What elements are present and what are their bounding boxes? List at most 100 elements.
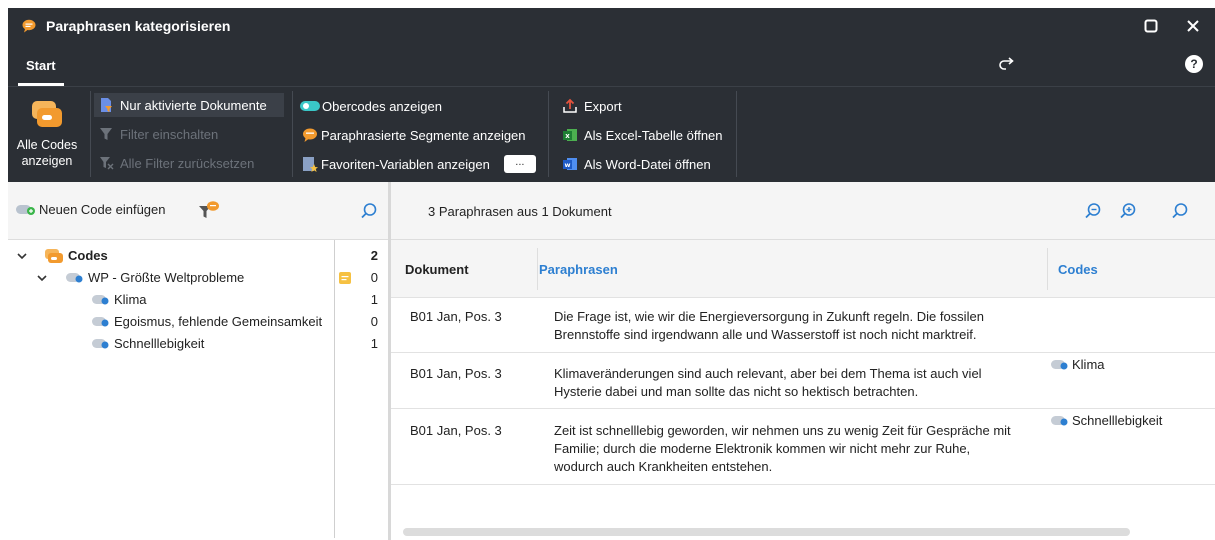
code-chip[interactable]: Klima <box>1051 356 1105 374</box>
filter-on-button[interactable]: Filter einschalten <box>98 122 218 146</box>
favorite-variables-options-button[interactable]: ... <box>503 155 536 173</box>
paraphrase-line: Hysterie dabei und man sollte das nicht … <box>554 384 919 399</box>
speech-bubble-icon <box>303 128 317 142</box>
speech-bubble-icon <box>22 19 36 33</box>
show-paraphrased-segments-button[interactable]: Paraphrasierte Segmente anzeigen <box>302 123 526 147</box>
variables-star-icon <box>303 157 318 172</box>
document-cell: B01 Jan, Pos. 3 <box>410 423 502 438</box>
reset-filters-label: Alle Filter zurücksetzen <box>120 155 255 171</box>
code-toggle-icon <box>92 338 109 348</box>
code-tree: Codes 2 WP - Größte Weltprobleme 0 Klima… <box>8 240 388 540</box>
title-bar: Paraphrasen kategorisieren <box>8 8 1215 44</box>
tree-item-schnelllebigkeit[interactable]: Schnelllebigkeit 1 <box>8 332 388 355</box>
tree-count: 2 <box>370 248 378 263</box>
tree-count: 0 <box>370 270 378 285</box>
svg-text:w: w <box>564 161 570 169</box>
show-favorite-variables-label: Favoriten-Variablen anzeigen <box>321 156 490 172</box>
paraphrase-line: Klimaveränderungen sind auch relevant, a… <box>554 366 982 381</box>
paraphrase-line: Familie; durch die moderne Elektronik ko… <box>554 441 971 456</box>
tree-label: Klima <box>114 292 147 307</box>
maximize-button[interactable] <box>1131 8 1171 44</box>
tree-label: WP - Größte Weltprobleme <box>88 270 245 285</box>
tree-column-divider <box>334 240 335 538</box>
ribbon-separator <box>90 91 91 177</box>
reset-filter-icon <box>100 157 114 170</box>
paraphrase-line: Brennstoffe sind irgendwann alle und Was… <box>554 327 977 342</box>
ribbon-tab-bar: Start ? <box>8 44 1215 86</box>
codes-folder-icon <box>32 101 62 127</box>
table-row[interactable]: B01 Jan, Pos. 3 Zeit ist schnelllebig ge… <box>391 409 1215 485</box>
ribbon: Alle Codes anzeigen Nur aktivierte Dokum… <box>8 86 1215 182</box>
paraphrase-panel-toolbar: 3 Paraphrasen aus 1 Dokument <box>391 182 1215 240</box>
tree-count: 1 <box>370 292 378 307</box>
only-active-documents-label: Nur aktivierte Dokumente <box>120 97 267 113</box>
show-favorite-variables-button[interactable]: Favoriten-Variablen anzeigen ... <box>302 152 536 176</box>
word-icon: w <box>563 158 577 170</box>
new-code-label: Neuen Code einfügen <box>39 202 166 217</box>
toggle-icon <box>300 101 320 111</box>
tree-item-egoismus[interactable]: Egoismus, fehlende Gemeinsamkeit 0 <box>8 310 388 333</box>
redo-icon[interactable] <box>996 55 1018 75</box>
excel-icon: x <box>563 129 577 141</box>
table-row[interactable]: B01 Jan, Pos. 3 Die Frage ist, wie wir d… <box>391 298 1215 353</box>
help-icon[interactable]: ? <box>1185 55 1203 73</box>
tree-item-klima[interactable]: Klima 1 <box>8 288 388 311</box>
export-icon <box>563 98 577 113</box>
codes-folder-icon <box>45 248 63 263</box>
column-header-paraphrases[interactable]: Paraphrasen <box>539 240 618 298</box>
code-panel-toolbar: Neuen Code einfügen <box>8 182 388 240</box>
code-toggle-icon <box>66 272 83 282</box>
horizontal-scrollbar[interactable] <box>403 528 1130 536</box>
show-parent-codes-button[interactable]: Obercodes anzeigen <box>300 94 442 118</box>
window-title: Paraphrasen kategorisieren <box>46 18 231 34</box>
column-separator[interactable] <box>537 248 538 290</box>
filter-icon <box>100 128 112 140</box>
zoom-out-icon[interactable] <box>1084 202 1102 220</box>
code-chip-label: Klima <box>1072 357 1105 372</box>
open-as-word-label: Als Word-Datei öffnen <box>584 156 711 172</box>
document-cell: B01 Jan, Pos. 3 <box>410 309 502 324</box>
tree-label: Schnelllebigkeit <box>114 336 205 351</box>
export-button[interactable]: Export <box>562 94 622 118</box>
zoom-in-icon[interactable] <box>1119 202 1137 220</box>
show-paraphrased-segments-label: Paraphrasierte Segmente anzeigen <box>321 127 526 143</box>
ribbon-separator <box>736 91 737 177</box>
only-active-documents-button[interactable]: Nur aktivierte Dokumente <box>94 93 284 117</box>
tree-item-codes[interactable]: Codes 2 <box>8 244 388 267</box>
document-filter-icon <box>101 98 112 112</box>
show-parent-codes-label: Obercodes anzeigen <box>322 98 442 114</box>
open-as-word-button[interactable]: w Als Word-Datei öffnen <box>562 152 711 176</box>
reset-filters-button[interactable]: Alle Filter zurücksetzen <box>98 151 254 175</box>
column-header-document[interactable]: Dokument <box>405 240 469 298</box>
tree-count: 1 <box>370 336 378 351</box>
new-code-button[interactable]: Neuen Code einfügen <box>16 202 166 217</box>
memo-icon[interactable] <box>338 271 352 285</box>
code-toggle-icon <box>92 316 109 326</box>
open-as-excel-button[interactable]: x Als Excel-Tabelle öffnen <box>562 123 723 147</box>
export-label: Export <box>584 98 622 114</box>
close-icon <box>1187 20 1199 32</box>
chevron-down-icon[interactable] <box>36 272 48 284</box>
tab-start[interactable]: Start <box>18 44 64 86</box>
document-cell: B01 Jan, Pos. 3 <box>410 366 502 381</box>
code-toggle-icon <box>1051 416 1068 426</box>
paraphrase-summary: 3 Paraphrasen aus 1 Dokument <box>428 204 612 219</box>
new-code-icon <box>16 204 35 215</box>
search-icon[interactable] <box>1171 202 1189 220</box>
close-button[interactable] <box>1173 8 1213 44</box>
table-row[interactable]: B01 Jan, Pos. 3 Klimaveränderungen sind … <box>391 353 1215 409</box>
paraphrase-line: Zeit ist schnelllebig geworden, wir nehm… <box>554 423 1011 438</box>
chevron-down-icon[interactable] <box>16 250 28 262</box>
tree-item-wp[interactable]: WP - Größte Weltprobleme 0 <box>8 266 388 289</box>
paraphrase-line: wodurch auch Krankheiten entstehen. <box>554 459 773 474</box>
column-header-codes[interactable]: Codes <box>1058 240 1098 298</box>
search-icon[interactable] <box>360 202 378 220</box>
table-header: Dokument Paraphrasen Codes <box>391 240 1215 298</box>
tree-count: 0 <box>370 314 378 329</box>
column-separator[interactable] <box>1047 248 1048 290</box>
code-chip[interactable]: Schnelllebigkeit <box>1051 412 1162 430</box>
code-toggle-icon <box>1051 360 1068 370</box>
svg-text:x: x <box>565 132 570 140</box>
show-all-codes-button[interactable]: Alle Codes anzeigen <box>8 91 86 179</box>
filter-paraphrase-icon[interactable] <box>198 200 220 220</box>
